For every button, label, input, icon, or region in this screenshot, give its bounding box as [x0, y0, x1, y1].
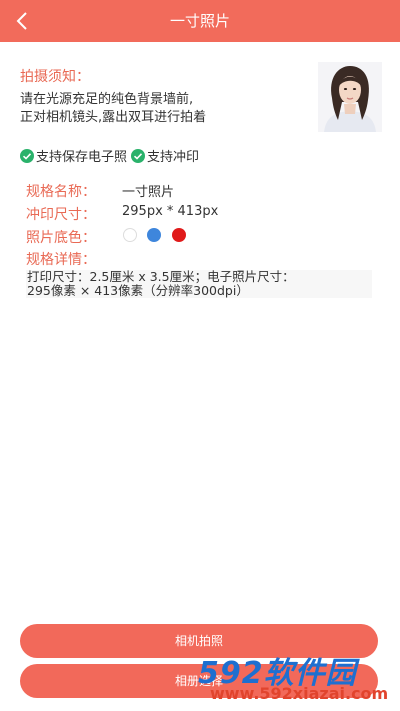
spec-name-label: 规格名称：	[26, 184, 96, 200]
spec-detail-label: 规格详情：	[26, 252, 96, 268]
feature-row: 支持保存电子照 支持冲印	[20, 146, 203, 165]
notice-title: 拍摄须知：	[20, 69, 90, 85]
camera-capture-button[interactable]: 相机拍照	[20, 624, 378, 658]
bg-color-blue-option[interactable]	[147, 228, 161, 242]
check-circle-icon	[20, 148, 34, 163]
nav-bar: 一寸照片	[0, 0, 400, 42]
check-circle-icon	[131, 148, 146, 163]
notice-line-1: 请在光源充足的纯色背景墙前,	[20, 92, 194, 107]
feature-label-save: 支持保存电子照	[36, 150, 128, 165]
spec-size-value: 295px * 413px	[122, 204, 219, 219]
spec-detail-line-2: 295像素 × 413像素（分辨率300dpi）	[27, 283, 249, 298]
spec-bg-label: 照片底色：	[26, 230, 96, 246]
spec-detail-box: 打印尺寸：2.5厘米 x 3.5厘米；电子照片尺寸： 295像素 × 413像素…	[26, 270, 372, 298]
sample-portrait-photo	[318, 62, 382, 132]
notice-line-2: 正对相机镜头,露出双耳进行拍着	[20, 110, 207, 125]
spec-size-label: 冲印尺寸：	[26, 207, 96, 223]
feature-print: 支持冲印	[131, 146, 199, 165]
spec-detail-line-1: 打印尺寸：2.5厘米 x 3.5厘米；电子照片尺寸：	[27, 269, 295, 284]
bg-color-red-option[interactable]	[172, 228, 186, 242]
feature-label-print: 支持冲印	[147, 150, 200, 165]
page-title: 一寸照片	[169, 12, 230, 30]
album-select-button[interactable]: 相册选择	[20, 664, 378, 698]
bg-color-white-option[interactable]	[123, 228, 137, 242]
feature-save-electronic: 支持保存电子照	[20, 146, 127, 165]
spec-name-value: 一寸照片	[122, 185, 175, 200]
